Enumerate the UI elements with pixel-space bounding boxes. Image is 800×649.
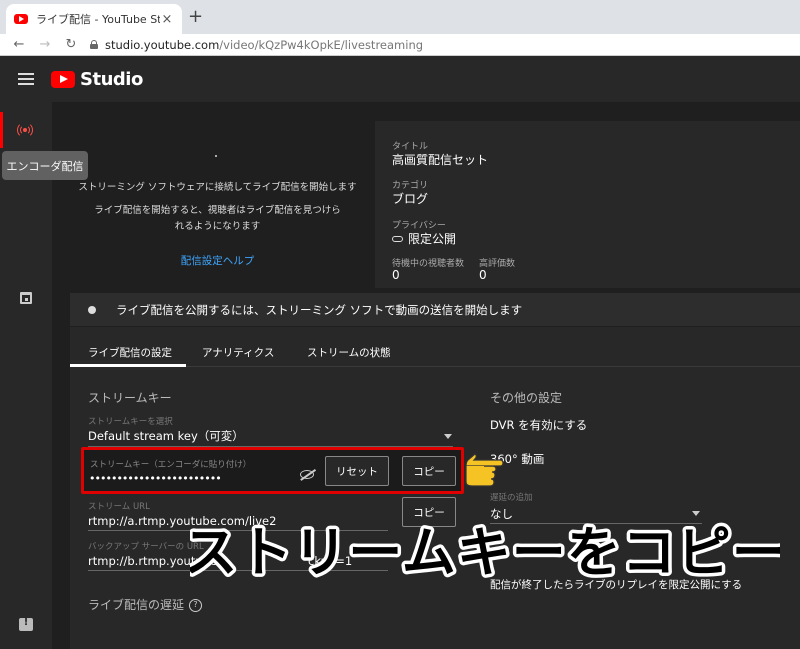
- dvr-toggle-label[interactable]: DVR を有効にする: [490, 417, 587, 433]
- stream-key-select-label: ストリームキーを選択: [88, 417, 173, 427]
- pointing-hand-icon: [465, 453, 504, 487]
- encoder-stream-tooltip: エンコーダ配信: [2, 151, 88, 180]
- dropdown-arrow-icon[interactable]: [444, 434, 452, 439]
- feedback-icon[interactable]: [19, 617, 33, 631]
- help-icon[interactable]: ?: [189, 599, 203, 612]
- waiting-viewers-value: 0: [392, 268, 400, 282]
- close-tab-icon[interactable]: ×: [160, 12, 174, 27]
- latency-label: ライブ配信の遅延: [88, 598, 185, 612]
- address-bar: ← → ↻ studio.youtube.com/video/kQzPw4kOp…: [0, 34, 800, 56]
- studio-header: Studio: [0, 56, 800, 102]
- reload-icon[interactable]: ↻: [64, 37, 78, 52]
- stream-url-label: ストリーム URL: [88, 502, 150, 512]
- active-tab-underline: [70, 364, 186, 367]
- left-rail: [0, 102, 52, 649]
- studio-logo-text: Studio: [80, 68, 143, 90]
- likes-value: 0: [479, 268, 487, 282]
- studio-logo[interactable]: Studio: [51, 69, 143, 90]
- new-tab-icon[interactable]: +: [188, 8, 203, 26]
- category-value: ブログ: [392, 192, 429, 206]
- tab-stream-settings[interactable]: ライブ配信の設定: [88, 345, 172, 360]
- stream-key-field[interactable]: ストリームキー（エンコーダに貼り付け） ••••••••••••••••••••…: [81, 447, 464, 494]
- url-host: studio.youtube.com: [105, 37, 220, 52]
- url-path: /video/kQzPw4kOpkE/livestreaming: [219, 37, 424, 52]
- preview-dot: [215, 155, 217, 157]
- copy-stream-key-button[interactable]: コピー: [402, 456, 456, 486]
- stream-preview: ストリーミング ソフトウェアに接続してライブ配信を開始します ライブ配信を開始す…: [70, 121, 365, 288]
- preview-message: ストリーミング ソフトウェアに接続してライブ配信を開始します: [78, 182, 357, 193]
- privacy-value: 限定公開: [408, 232, 457, 246]
- hide-visibility-icon[interactable]: [300, 470, 314, 479]
- stream-key-select[interactable]: Default stream key（可変）: [88, 428, 244, 444]
- title-value: 高画質配信セット: [392, 153, 489, 167]
- forward-arrow-icon[interactable]: →: [38, 37, 52, 52]
- privacy-value-row: 限定公開: [392, 230, 456, 247]
- back-arrow-icon[interactable]: ←: [12, 37, 26, 52]
- preview-submessage: ライブ配信を開始すると、視聴者はライブ配信を見つけられるようになります: [94, 205, 341, 232]
- copy-stream-key-banner: ストリームキーをコピー: [190, 518, 780, 588]
- live-broadcast-icon: [17, 122, 33, 138]
- url-field[interactable]: studio.youtube.com/video/kQzPw4kOpkE/liv…: [90, 38, 423, 52]
- status-indicator-icon: [88, 305, 96, 314]
- stream-key-label: ストリームキー（エンコーダに貼り付け）: [90, 460, 252, 470]
- browser-tab-title: ライブ配信 - YouTube Studio: [36, 13, 160, 26]
- stream-key-value[interactable]: ••••••••••••••••••••••••: [89, 472, 222, 485]
- reset-button[interactable]: リセット: [325, 456, 389, 486]
- calendar-icon[interactable]: [20, 292, 32, 304]
- stream-status-bar: ライブ配信を公開するには、ストリーミング ソフトで動画の送信を開始します: [70, 293, 800, 326]
- stream-info-card: タイトル 高画質配信セット カテゴリ ブログ プライバシー 限定公開 待機中の視…: [375, 121, 800, 288]
- other-settings-title: その他の設定: [490, 391, 563, 405]
- delay-label: 遅延の追加: [490, 493, 533, 503]
- stream-key-section-title: ストリームキー: [88, 391, 172, 405]
- youtube-favicon-icon: [14, 14, 28, 24]
- active-indicator: [0, 112, 3, 148]
- status-message: ライブ配信を公開するには、ストリーミング ソフトで動画の送信を開始します: [116, 302, 523, 317]
- link-icon: [392, 235, 403, 242]
- lock-icon: [90, 40, 98, 49]
- browser-tab-bar: ライブ配信 - YouTube Studio × +: [0, 0, 800, 34]
- youtube-logo-icon: [51, 70, 75, 88]
- tab-stream-health[interactable]: ストリームの状態: [307, 345, 391, 360]
- waiting-viewers-label: 待機中の視聴者数: [392, 259, 465, 269]
- latency-row: ライブ配信の遅延?: [88, 596, 203, 613]
- backup-url-label: バックアップ サーバーの URL: [88, 542, 204, 552]
- hamburger-menu-icon[interactable]: [18, 73, 34, 85]
- banner-text: ストリームキーをコピー: [190, 521, 780, 584]
- tab-analytics[interactable]: アナリティクス: [202, 345, 274, 360]
- stream-setup-help-link[interactable]: 配信設定ヘルプ: [70, 253, 365, 268]
- browser-tab[interactable]: ライブ配信 - YouTube Studio ×: [6, 4, 182, 34]
- rail-item-live[interactable]: [0, 112, 52, 148]
- settings-tabs: ライブ配信の設定 アナリティクス ストリームの状態: [70, 327, 800, 367]
